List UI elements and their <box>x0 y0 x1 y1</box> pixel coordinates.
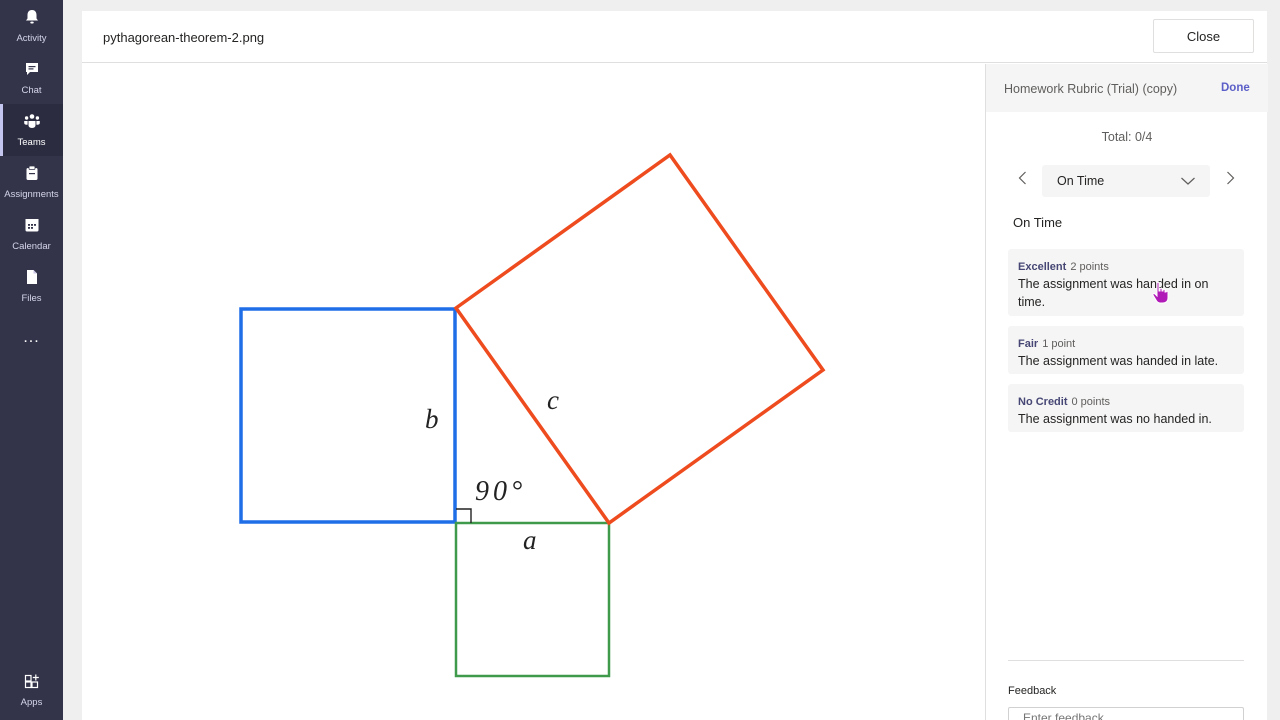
file-viewer: pythagorean-theorem-2.png Close b c a 90… <box>82 11 1268 720</box>
next-criterion-icon[interactable] <box>1222 170 1238 186</box>
label-b: b <box>425 404 439 434</box>
rail-label: Chat <box>21 85 42 96</box>
criterion-dropdown-value: On Time <box>1057 174 1105 188</box>
calendar-icon <box>23 216 41 239</box>
level-description: The assignment was handed in on time. <box>1018 277 1209 309</box>
rail-item-more[interactable]: ... <box>0 312 63 364</box>
criterion-heading: On Time <box>1013 215 1063 230</box>
file-name: pythagorean-theorem-2.png <box>103 30 265 45</box>
rail-item-activity[interactable]: Activity <box>0 0 63 52</box>
square-b <box>239 307 457 524</box>
close-button[interactable]: Close <box>1153 19 1254 53</box>
rail-label: Assignments <box>4 189 59 200</box>
rubric-level-fair[interactable]: Fair 1 point The assignment was handed in… <box>1008 326 1244 374</box>
rail-item-chat[interactable]: Chat <box>0 52 63 104</box>
feedback-input[interactable] <box>1008 707 1244 720</box>
level-header: Excellent 2 points <box>1018 257 1109 275</box>
rail-item-apps[interactable]: Apps <box>0 664 63 716</box>
app-rail: Activity Chat Teams Assignments Calendar… <box>0 0 63 720</box>
feedback-label: Feedback <box>1008 685 1057 697</box>
more-icon: ... <box>23 329 40 346</box>
rail-item-calendar[interactable]: Calendar <box>0 208 63 260</box>
rail-label: Teams <box>17 137 46 148</box>
level-description: The assignment was handed in late. <box>1018 354 1219 368</box>
level-points: 1 point <box>1042 338 1076 350</box>
rail-label: Calendar <box>12 241 51 252</box>
level-name: No Credit <box>1018 396 1068 408</box>
rubric-level-no-credit[interactable]: No Credit 0 points The assignment was no … <box>1008 384 1244 432</box>
rail-item-assignments[interactable]: Assignments <box>0 156 63 208</box>
level-header: No Credit 0 points <box>1018 392 1110 410</box>
level-header: Fair 1 point <box>1018 334 1075 352</box>
rail-item-files[interactable]: Files <box>0 260 63 312</box>
viewer-header: pythagorean-theorem-2.png Close <box>82 11 1267 63</box>
angle-label: 90° <box>475 476 526 507</box>
rubric-total: Total: 0/4 <box>1101 130 1153 144</box>
label-c: c <box>547 385 559 415</box>
level-points: 2 points <box>1070 261 1109 273</box>
rail-label: Apps <box>20 697 43 708</box>
square-c <box>453 152 826 526</box>
rail-label: Files <box>21 293 42 304</box>
level-points: 0 points <box>1071 396 1111 408</box>
done-button[interactable]: Done <box>1221 82 1250 94</box>
chat-icon <box>23 60 41 83</box>
assignments-icon <box>23 164 41 187</box>
level-name: Excellent <box>1018 261 1067 273</box>
teams-icon <box>23 112 41 135</box>
level-name: Fair <box>1018 338 1039 350</box>
bell-icon <box>23 8 41 31</box>
previous-criterion-icon[interactable] <box>1015 170 1031 186</box>
rail-label: Activity <box>16 33 47 44</box>
files-icon <box>23 268 41 291</box>
rail-item-teams[interactable]: Teams <box>0 104 63 156</box>
rubric-level-excellent[interactable]: Excellent 2 points The assignment was han… <box>1008 249 1244 316</box>
rubric-header: Homework Rubric (Trial) (copy) Done <box>986 64 1268 112</box>
criterion-dropdown[interactable]: On Time <box>1042 165 1210 197</box>
level-description: The assignment was no handed in. <box>1018 412 1212 426</box>
right-angle-marker <box>456 508 472 523</box>
label-a: a <box>523 525 537 555</box>
pythagorean-figure: b c a 90° <box>239 152 826 678</box>
rubric-title: Homework Rubric (Trial) (copy) <box>1004 82 1178 96</box>
apps-icon <box>23 672 41 695</box>
feedback-divider <box>1008 660 1244 661</box>
image-canvas: b c a 90° <box>82 64 985 720</box>
chevron-down-icon <box>1181 177 1195 185</box>
rubric-panel: Homework Rubric (Trial) (copy) Done Tota… <box>985 64 1268 720</box>
